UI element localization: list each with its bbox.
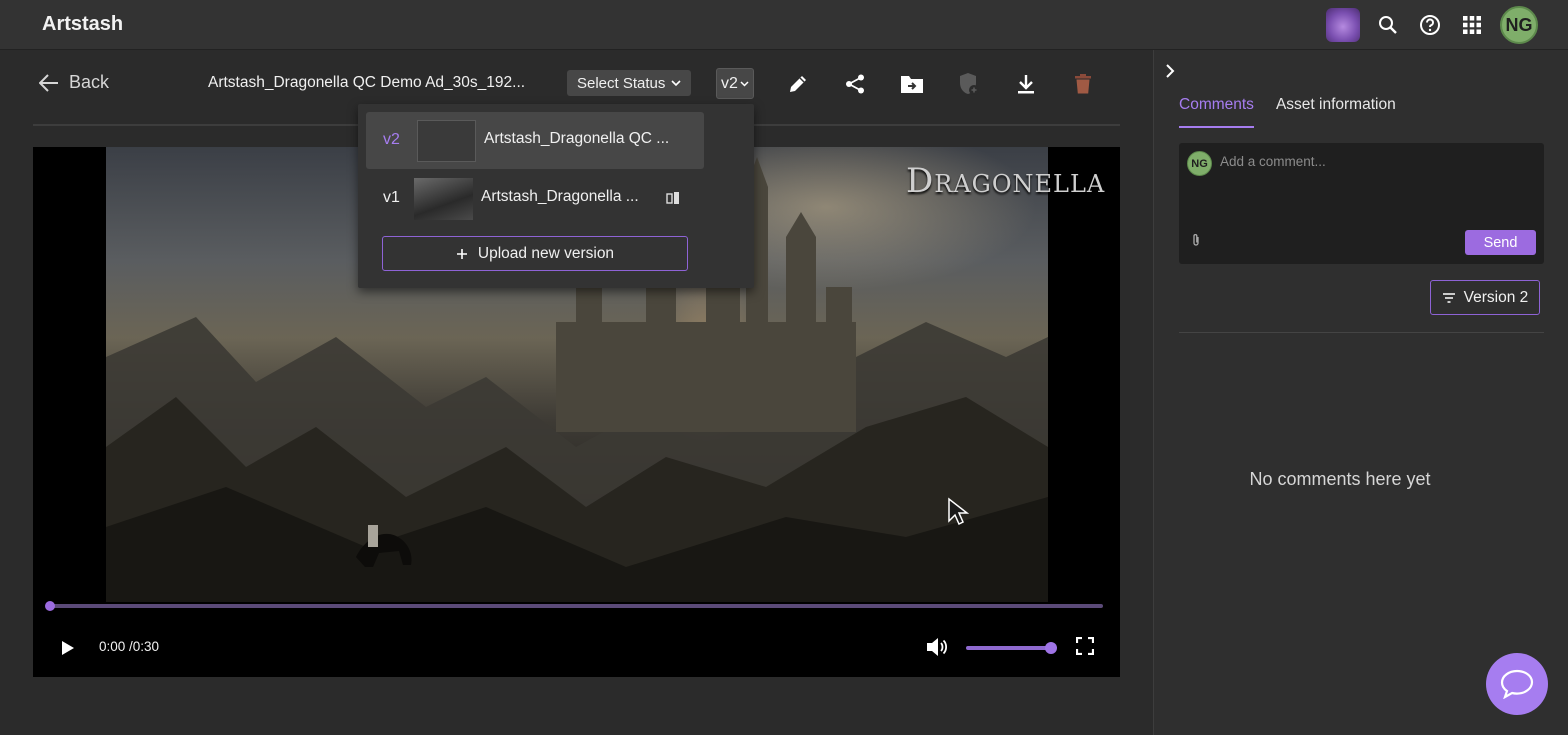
chevron-down-icon	[671, 79, 681, 86]
version-thumbnail	[414, 178, 473, 220]
version-item-v1[interactable]: v1 Artstash_Dragonella ...	[366, 170, 704, 227]
attach-icon[interactable]	[1191, 233, 1201, 252]
chat-icon	[1500, 669, 1534, 699]
chevron-down-icon	[740, 80, 749, 87]
empty-comments-message: No comments here yet	[1249, 469, 1431, 489]
status-label: Select Status	[577, 74, 666, 92]
help-icon[interactable]	[1416, 11, 1444, 39]
time-display: 0:00 /0:30	[99, 639, 160, 654]
volume-icon[interactable]	[925, 636, 951, 660]
volume-slider[interactable]	[966, 642, 1057, 654]
version-name: Artstash_Dragonella QC ...	[484, 130, 670, 147]
edit-icon[interactable]	[784, 70, 812, 98]
version-filter-button[interactable]: Version 2	[1430, 280, 1540, 315]
tab-asset-information[interactable]: Asset information	[1276, 96, 1396, 128]
app-logo[interactable]: Artstash	[42, 13, 123, 36]
version-label: v2	[721, 74, 738, 92]
progress-knob[interactable]	[45, 601, 55, 611]
send-button[interactable]: Send	[1465, 230, 1536, 255]
chat-support-button[interactable]	[1486, 653, 1548, 715]
move-to-folder-icon[interactable]	[898, 70, 926, 98]
download-icon[interactable]	[1012, 70, 1040, 98]
select-status-dropdown[interactable]: Select Status	[567, 70, 692, 96]
upload-label: Upload new version	[477, 244, 615, 262]
comment-composer: NG Send	[1179, 143, 1544, 264]
back-button[interactable]: Back	[39, 72, 109, 93]
tab-comments[interactable]: Comments	[1179, 96, 1254, 128]
volume-knob[interactable]	[1045, 642, 1057, 654]
protect-icon[interactable]	[955, 70, 983, 98]
comment-input[interactable]	[1220, 154, 1520, 169]
share-icon[interactable]	[841, 70, 869, 98]
search-icon[interactable]	[1374, 11, 1402, 39]
version-name: Artstash_Dragonella ...	[481, 188, 639, 205]
plus-icon	[456, 248, 467, 259]
workspace-logo-icon[interactable]	[1326, 8, 1360, 42]
play-icon[interactable]	[57, 637, 79, 659]
apps-grid-icon[interactable]	[1458, 11, 1486, 39]
arrow-left-icon	[39, 73, 58, 92]
filter-icon	[1442, 292, 1455, 303]
back-label: Back	[69, 72, 110, 92]
delete-icon[interactable]	[1069, 70, 1097, 98]
dragonella-watermark: Dragonella	[906, 161, 1106, 201]
video-controls: 0:00 /0:30	[33, 629, 1120, 669]
comment-avatar: NG	[1187, 151, 1212, 176]
chevron-right-icon[interactable]	[1164, 63, 1176, 84]
version-item-v2[interactable]: v2 Artstash_Dragonella QC ...	[366, 112, 704, 169]
compare-icon[interactable]	[666, 191, 680, 205]
upload-new-version-button[interactable]: Upload new version	[382, 236, 688, 271]
asset-title: Artstash_Dragonella QC Demo Ad_30s_192..…	[208, 74, 526, 91]
fullscreen-icon[interactable]	[1075, 636, 1098, 659]
top-icons: NG	[1326, 6, 1538, 44]
version-number: v1	[383, 189, 400, 206]
panel-tabs: Comments Asset information	[1179, 96, 1396, 128]
video-progress-bar[interactable]	[45, 601, 1103, 611]
top-bar: Artstash NG	[0, 0, 1568, 50]
version-thumbnail	[417, 120, 476, 162]
divider	[1179, 332, 1544, 333]
user-avatar[interactable]: NG	[1500, 6, 1538, 44]
version-selector[interactable]: v2	[716, 68, 754, 99]
version-dropdown: v2 Artstash_Dragonella QC ... v1 Artstas…	[358, 104, 754, 288]
mouse-cursor-icon	[948, 497, 969, 526]
comments-panel: Comments Asset information NG Send Versi…	[1153, 50, 1568, 735]
version-number: v2	[383, 131, 400, 148]
filter-label: Version 2	[1463, 288, 1529, 306]
